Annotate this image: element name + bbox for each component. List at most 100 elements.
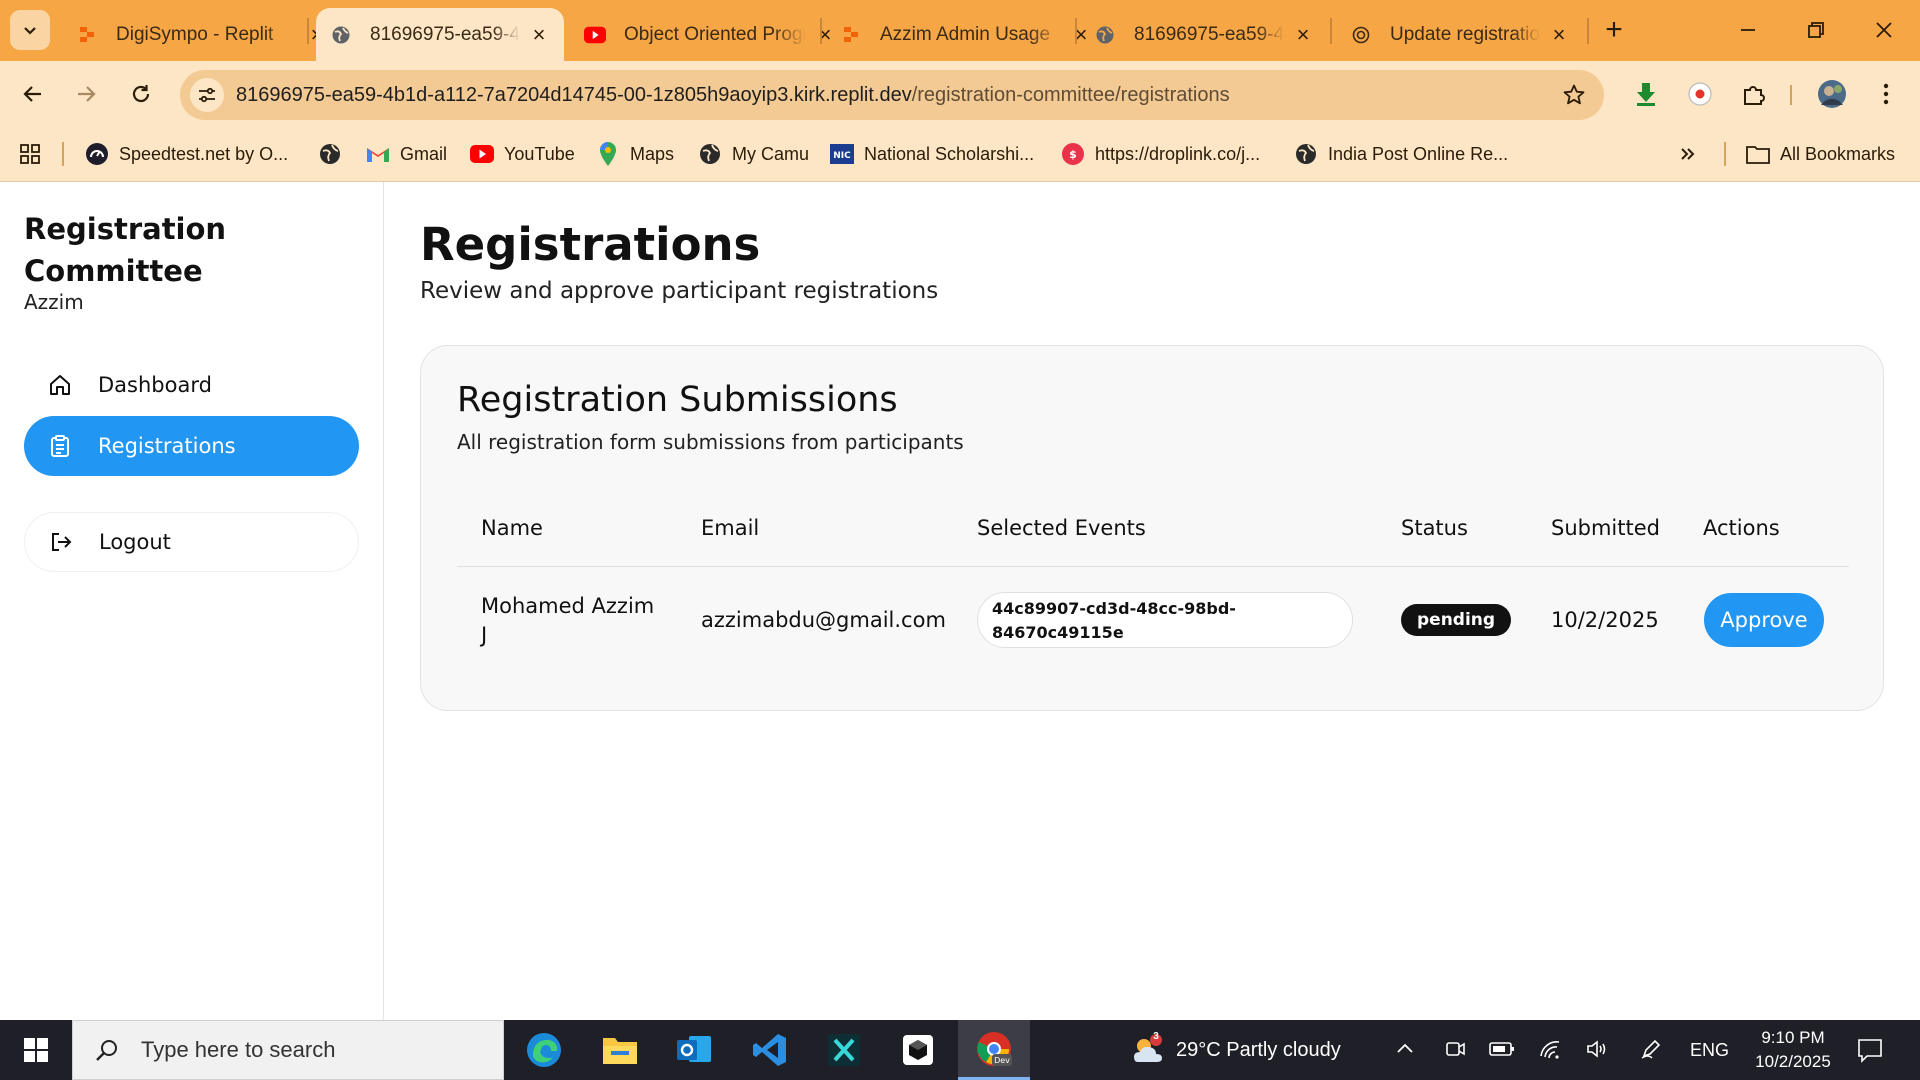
wifi-icon[interactable] [1535, 1034, 1565, 1064]
tab-search-button[interactable] [10, 10, 50, 50]
reload-button[interactable] [122, 75, 160, 113]
taskbar-app-vscode[interactable] [734, 1020, 806, 1080]
speedtest-icon [85, 142, 109, 166]
extensions-button[interactable] [1738, 78, 1770, 110]
taskbar-app-outlook[interactable] [658, 1020, 730, 1080]
svg-text:Dev: Dev [994, 1056, 1010, 1065]
outlook-icon [677, 1036, 711, 1062]
clock-time: 9:10 PM [1761, 1028, 1825, 1047]
bookmarks-divider [62, 142, 64, 166]
taskbar-app-ide[interactable] [808, 1020, 880, 1080]
toolbar-divider [1790, 85, 1792, 105]
reload-icon [132, 85, 150, 103]
cube-icon [903, 1035, 933, 1065]
tab-youtube[interactable]: Object Oriented Programming × [570, 8, 850, 61]
chevron-up-icon[interactable] [1390, 1034, 1420, 1064]
replit-icon [76, 24, 98, 46]
minimize-icon [1741, 29, 1755, 31]
bookmark-india-post[interactable]: India Post Online Re... [1294, 139, 1508, 169]
approve-button[interactable]: Approve [1704, 593, 1824, 647]
taskbar-app-chrome-dev[interactable]: Dev [958, 1020, 1030, 1080]
tab-replit-dev[interactable]: 81696975-ea59-4b1d-a112-7a7204d14745 × [1080, 8, 1328, 61]
bookmark-globe[interactable] [318, 139, 352, 169]
url-path: /registration-committee/registrations [911, 83, 1230, 106]
taskbar-app-file-explorer[interactable] [584, 1020, 656, 1080]
minimize-button[interactable] [1728, 10, 1768, 50]
sidebar-item-dashboard[interactable]: Dashboard [24, 355, 359, 415]
close-icon[interactable]: × [528, 22, 550, 47]
column-header-events: Selected Events [977, 516, 1146, 540]
cell-name: Mohamed Azzim J [481, 594, 655, 647]
chrome-menu-button[interactable] [1870, 78, 1902, 110]
weather-text[interactable]: 29°C Partly cloudy [1176, 1020, 1341, 1080]
sidebar-item-logout[interactable]: Logout [24, 512, 359, 572]
battery-icon[interactable] [1487, 1034, 1517, 1064]
double-chevron-right-icon [1676, 142, 1700, 166]
column-header-email: Email [701, 516, 760, 540]
taskbar-app-cube[interactable] [882, 1020, 954, 1080]
url-text: 81696975-ea59-4b1d-a112-7a7204d14745-00-… [236, 84, 1230, 107]
bookmark-gmail[interactable]: Gmail [366, 139, 447, 169]
sidebar-item-label: Registrations [98, 434, 236, 458]
arrow-left-icon [23, 86, 41, 102]
event-chip: 44c89907-cd3d-48cc-98bd-84670c49115e [977, 592, 1353, 648]
more-bookmarks-button[interactable] [1676, 139, 1710, 169]
restore-button[interactable] [1796, 10, 1836, 50]
windows-logo-icon [24, 1038, 48, 1062]
vscode-icon [753, 1034, 786, 1066]
forward-button[interactable] [67, 75, 105, 113]
sidebar-item-label: Logout [99, 530, 171, 554]
search-icon [87, 1030, 127, 1070]
close-window-button[interactable] [1864, 10, 1904, 50]
language-indicator[interactable]: ENG [1690, 1020, 1729, 1080]
restore-icon [1808, 22, 1824, 38]
taskbar-search-box[interactable]: Type here to search [72, 1020, 504, 1080]
windows-taskbar: Type here to search Dev 3 29°C Partly cl… [0, 1020, 1920, 1080]
profile-avatar[interactable] [1816, 78, 1848, 110]
bookmark-star-button[interactable] [1560, 81, 1588, 109]
start-button[interactable] [0, 1020, 72, 1080]
back-button[interactable] [14, 75, 52, 113]
bookmark-maps[interactable]: Maps [596, 139, 674, 169]
status-badge: pending [1401, 604, 1512, 636]
record-extension-button[interactable] [1684, 78, 1716, 110]
apps-button[interactable] [18, 139, 52, 169]
clipboard-icon [46, 432, 74, 460]
gmail-icon [366, 142, 390, 166]
meet-now-icon[interactable] [1440, 1034, 1470, 1064]
sidebar-item-registrations[interactable]: Registrations [24, 416, 359, 476]
column-header-name: Name [481, 516, 543, 540]
weather-icon[interactable]: 3 [1130, 1031, 1166, 1068]
download-button[interactable] [1630, 78, 1662, 110]
sidebar-item-label: Dashboard [98, 373, 212, 397]
tune-icon [199, 87, 215, 103]
new-tab-button[interactable]: + [1598, 13, 1630, 46]
taskbar-clock[interactable]: 9:10 PM 10/2/2025 [1738, 1026, 1848, 1074]
tab-digisympo[interactable]: DigiSympo - Replit × [62, 8, 342, 61]
close-icon[interactable]: × [1548, 22, 1570, 47]
address-bar[interactable]: 81696975-ea59-4b1d-a112-7a7204d14745-00-… [180, 70, 1604, 120]
notification-icon [1858, 1039, 1882, 1063]
bookmark-youtube[interactable]: YouTube [470, 139, 575, 169]
taskbar-app-edge[interactable] [508, 1020, 580, 1080]
pen-icon[interactable] [1636, 1034, 1666, 1064]
tab-azzim-admin[interactable]: Azzim Admin Usage × [826, 8, 1106, 61]
tab-divider [1075, 18, 1077, 44]
tab-registrations[interactable]: 81696975-ea59-4b1d-a112-7a7204d14745-00-… [316, 8, 564, 61]
volume-icon[interactable] [1582, 1034, 1612, 1064]
bookmark-droplink[interactable]: $ https://droplink.co/j... [1061, 139, 1260, 169]
all-bookmarks-button[interactable]: All Bookmarks [1746, 139, 1895, 169]
svg-text:NIC: NIC [833, 151, 851, 161]
bookmarks-divider [1724, 142, 1726, 166]
bookmark-my-camu[interactable]: My Camu [698, 139, 809, 169]
home-icon [46, 371, 74, 399]
browser-tab-bar: DigiSympo - Replit × 81696975-ea59-4b1d-… [0, 0, 1920, 61]
bookmark-national-scholarship[interactable]: NIC National Scholarshi... [830, 139, 1034, 169]
cell-email: azzimabdu@gmail.com [701, 608, 946, 632]
bookmark-speedtest[interactable]: Speedtest.net by O... [85, 139, 288, 169]
close-icon[interactable]: × [1292, 22, 1314, 47]
chrome-dev-icon: Dev [977, 1031, 1012, 1066]
tab-update-registration[interactable]: Update registration × [1336, 8, 1584, 61]
notification-center-button[interactable] [1852, 1032, 1888, 1068]
site-info-button[interactable] [190, 78, 224, 112]
